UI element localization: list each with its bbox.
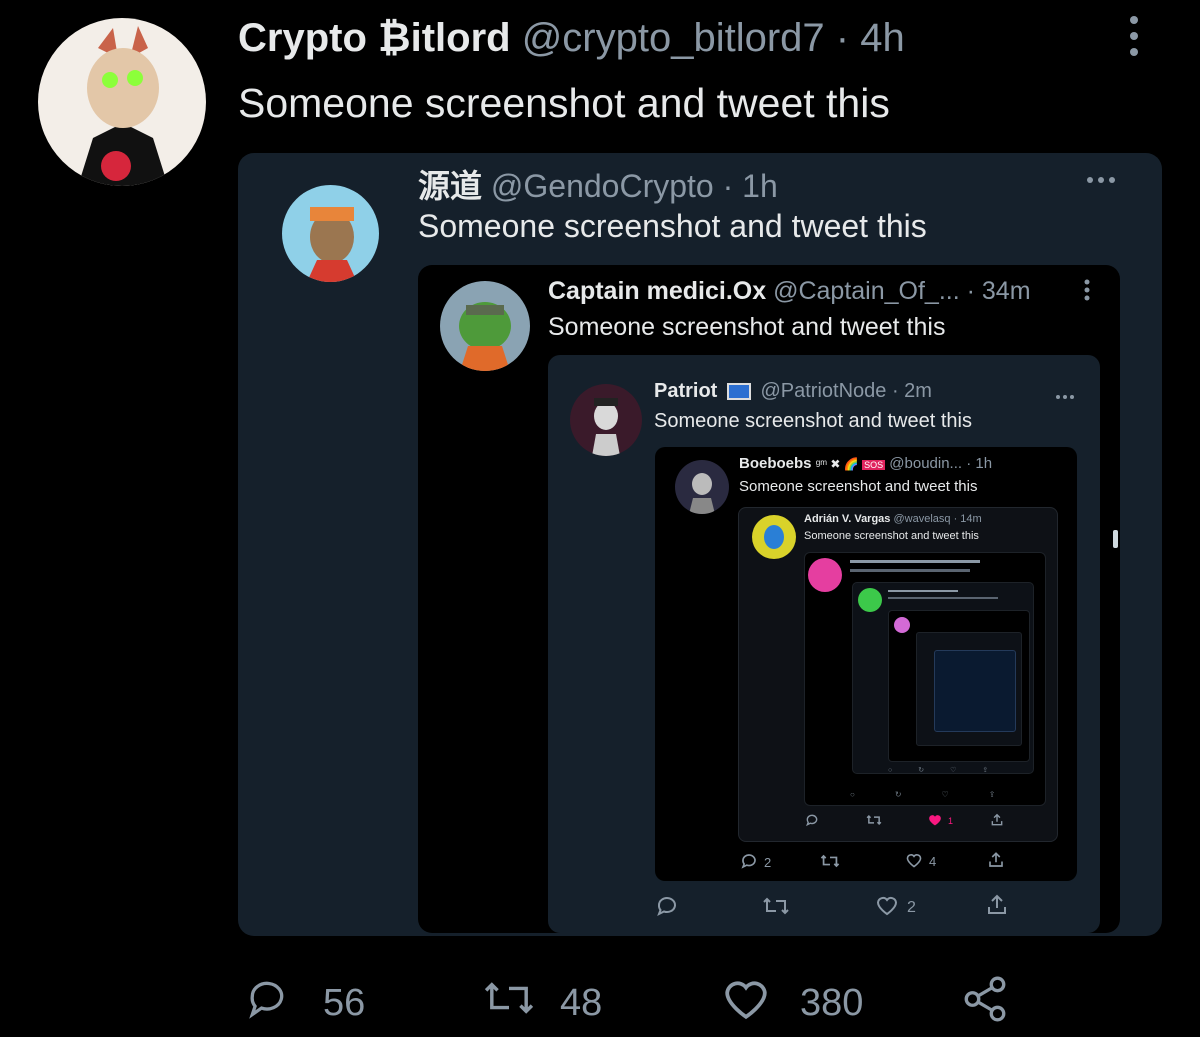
heart-icon [905,852,923,871]
timestamp[interactable]: · 34m [967,277,1031,305]
retweet-arrows-icon [820,852,840,875]
avatar[interactable] [570,384,642,456]
retweet-button[interactable] [866,813,882,832]
reply-button[interactable]: 2 [740,852,771,873]
timestamp[interactable]: · 4h [836,16,905,60]
speech-bubble-icon [805,813,819,832]
tweet-text: Someone screenshot and tweet this [418,208,927,244]
more-dots-icon[interactable] [1127,14,1141,58]
display-name[interactable]: Patriot [654,380,717,402]
tweet-text: Someone screenshot and tweet this [238,80,890,126]
retweet-arrows-icon [480,977,538,1029]
like-button[interactable]: 380 [720,975,863,1031]
heart-icon [720,975,772,1031]
share-icon [985,893,1009,922]
tweet-text: Someone screenshot and tweet this [804,530,979,542]
reply-count: 2 [764,855,772,870]
handle[interactable]: @Captain_Of_... [773,277,960,305]
flag-icon [726,383,751,401]
handle[interactable]: @PatriotNode [760,380,886,402]
emoji-badges-icon: ᵍᵐ ✖ 🌈 SOS [815,457,886,471]
tweet-text: Someone screenshot and tweet this [654,410,972,432]
timestamp[interactable]: · 2m [892,380,932,402]
like-button[interactable]: 4 [905,852,936,871]
avatar[interactable] [752,515,796,559]
retweet-button[interactable] [820,852,840,875]
nested-action-row-icons: ○↻♡⇪ [850,790,1036,799]
speech-bubble-icon [655,894,679,923]
heart-icon [875,894,899,921]
reply-button[interactable] [805,813,819,832]
more-dots-icon[interactable] [1083,278,1091,307]
timestamp[interactable]: · 1h [966,455,992,472]
tweet-text: Someone screenshot and tweet this [548,313,946,341]
share-icon [990,813,1004,832]
share-button[interactable] [960,974,1010,1029]
share-icon [987,851,1005,874]
heart-icon [928,813,942,828]
handle[interactable]: @crypto_bitlord7 [522,16,825,60]
display-name[interactable]: Crypto ₿itlord [238,16,511,60]
nested-tweet-lines [888,590,998,599]
reply-button[interactable]: 56 [245,975,365,1031]
nested-tweet-lines [850,560,980,572]
like-count: 380 [800,981,864,1024]
retweet-button[interactable] [762,895,790,922]
tweet-text: Someone screenshot and tweet this [739,478,978,495]
display-name[interactable]: Captain medici.Ox [548,277,766,305]
timestamp[interactable]: · 1h [723,168,778,204]
avatar [808,558,842,592]
speech-bubble-icon [245,975,289,1031]
timestamp[interactable]: · 14m [954,513,982,525]
handle[interactable]: @GendoCrypto [491,168,714,204]
like-count: 1 [948,815,954,826]
like-button[interactable]: 2 [875,894,916,921]
avatar [894,617,910,633]
handle[interactable]: @wavelasq [893,513,950,525]
like-count: 4 [929,854,937,869]
like-button[interactable]: 1 [928,813,953,828]
display-name[interactable]: Boeboebs [739,455,812,472]
avatar [858,588,882,612]
like-count: 2 [907,898,916,916]
handle[interactable]: @boudin... [889,455,962,472]
more-dots-icon[interactable] [1086,172,1116,190]
avatar[interactable] [675,460,729,514]
nested-quote-card [934,650,1016,732]
reply-count: 56 [323,981,366,1024]
display-name[interactable]: Adrián V. Vargas [804,513,890,525]
share-button[interactable] [985,893,1009,922]
share-button[interactable] [990,813,1004,832]
share-button[interactable] [987,851,1005,874]
retweet-button[interactable]: 48 [480,977,602,1029]
speech-bubble-icon [740,852,758,873]
avatar[interactable] [38,18,206,186]
more-dots-icon[interactable] [1055,387,1075,405]
reply-button[interactable] [655,894,679,923]
avatar[interactable] [282,185,379,282]
retweet-count: 48 [560,981,603,1024]
retweet-arrows-icon [866,813,882,832]
avatar[interactable] [440,281,530,371]
display-name[interactable]: 源道 [418,168,482,204]
nested-action-row-icons: ○↻♡⇪ [888,767,1015,774]
retweet-arrows-icon [762,895,790,922]
scrollbar-thumb[interactable] [1113,530,1118,548]
share-icon [960,974,1010,1029]
